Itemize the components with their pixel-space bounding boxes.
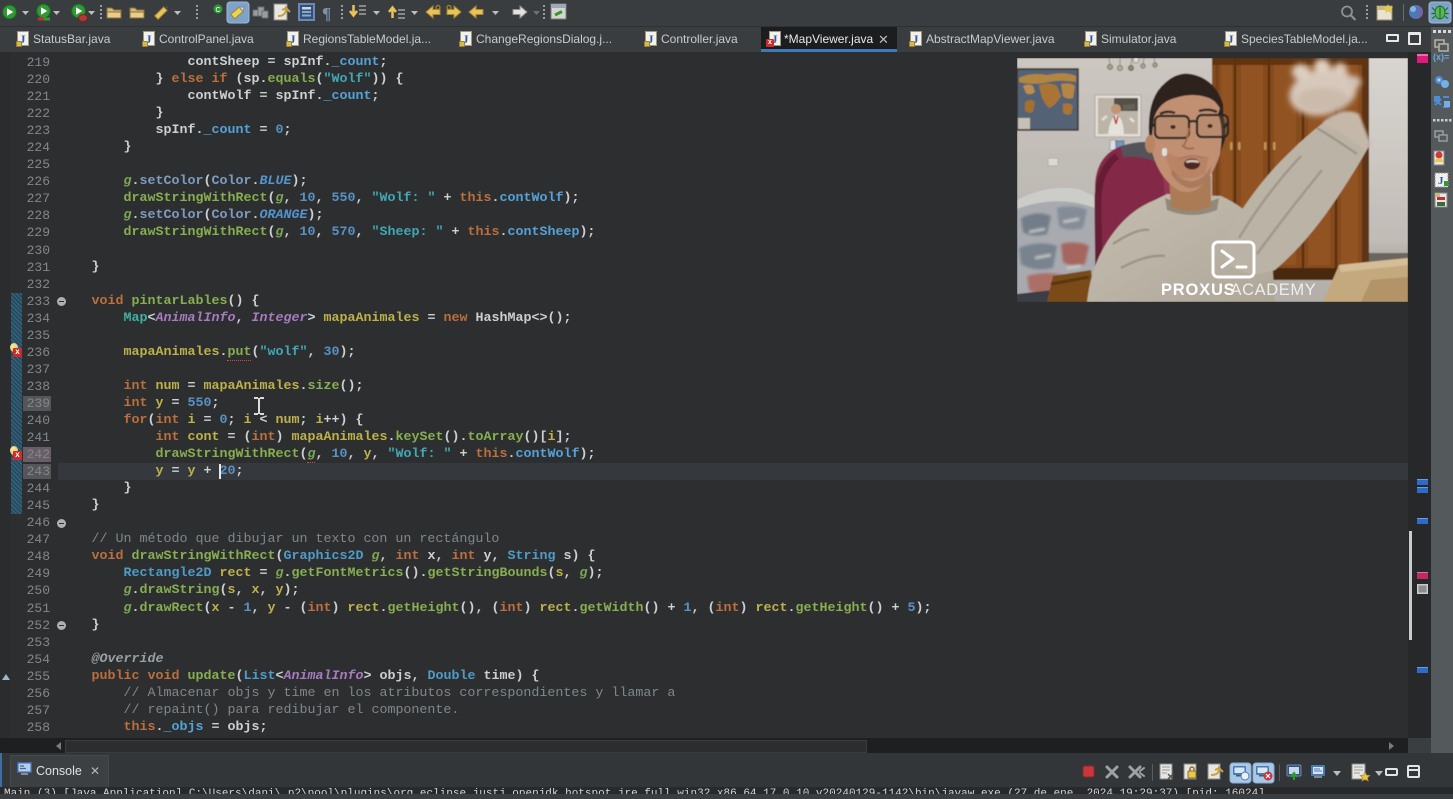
svg-text:J: J: [1438, 175, 1444, 187]
svg-text:(x)=: (x)=: [1433, 52, 1449, 62]
svg-text:¶: ¶: [322, 4, 331, 23]
svg-text:PROXUS: PROXUS: [1161, 281, 1235, 299]
svg-text:ACADEMY: ACADEMY: [1231, 281, 1317, 299]
svg-text:C: C: [215, 7, 220, 14]
